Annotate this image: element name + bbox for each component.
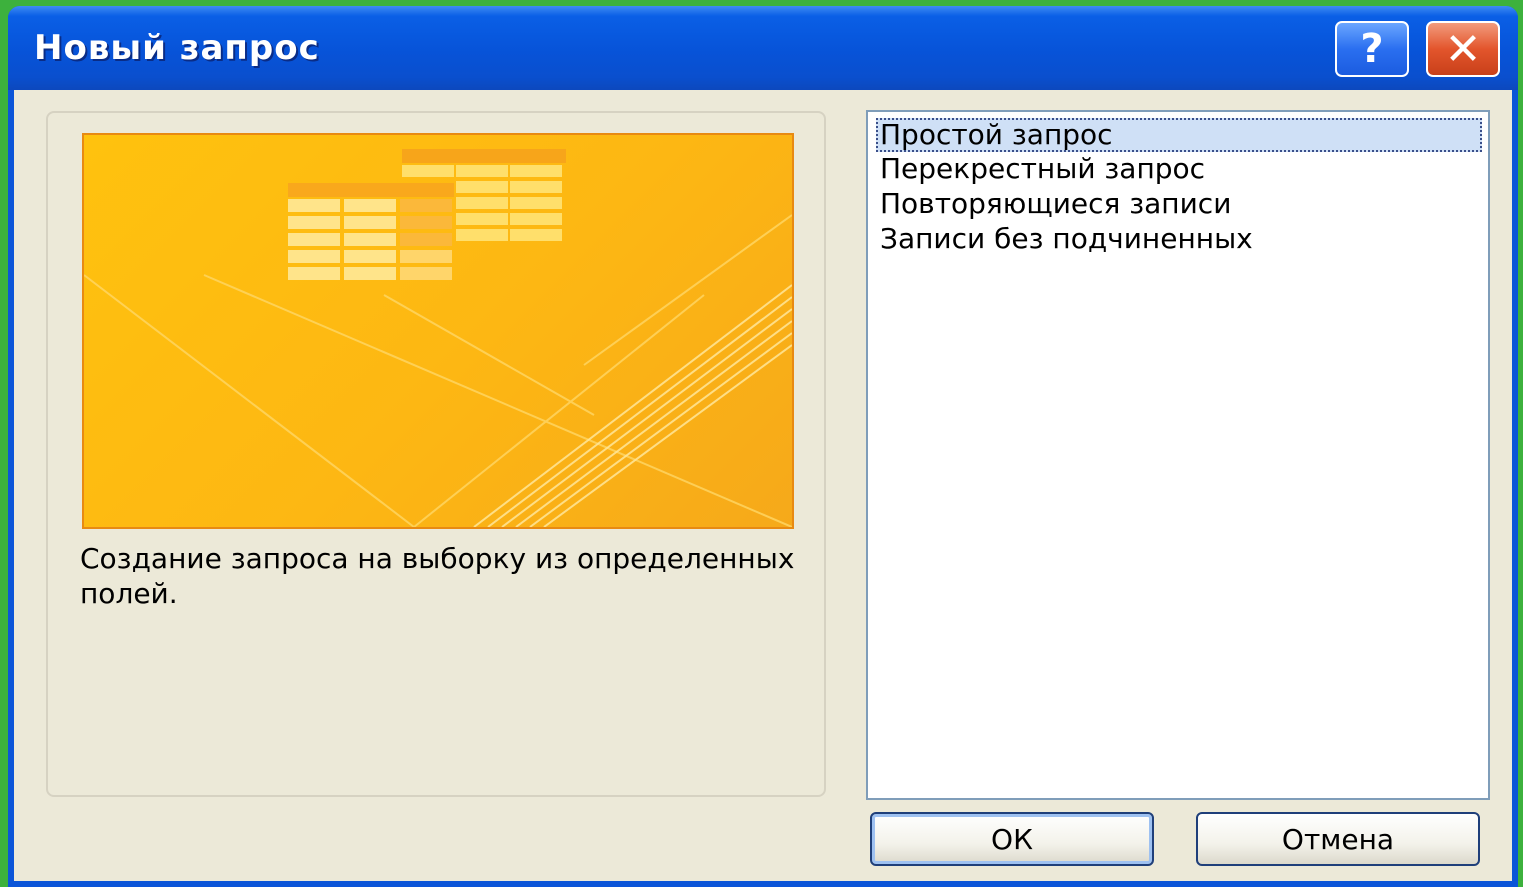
dialog-title: Новый запрос xyxy=(34,28,320,68)
question-mark-icon: ? xyxy=(1360,26,1384,72)
list-item-unmatched-records[interactable]: Записи без подчиненных xyxy=(876,222,1482,256)
preview-panel: Создание запроса на выборку из определен… xyxy=(46,111,826,797)
cancel-button[interactable]: Отмена xyxy=(1196,812,1480,866)
query-preview-image xyxy=(82,133,794,529)
list-item-duplicate-records[interactable]: Повторяющиеся записи xyxy=(876,187,1482,221)
help-button[interactable]: ? xyxy=(1335,21,1409,77)
query-type-list[interactable]: Простой запрос Перекрестный запрос Повто… xyxy=(866,110,1490,800)
query-description: Создание запроса на выборку из определен… xyxy=(80,542,795,610)
ok-button[interactable]: ОК xyxy=(870,812,1154,866)
new-query-dialog: Новый запрос ? ✕ Создание запроса на выб… xyxy=(8,6,1518,887)
list-item-simple-query[interactable]: Простой запрос xyxy=(876,118,1482,152)
list-item-crosstab-query[interactable]: Перекрестный запрос xyxy=(876,152,1482,186)
table-grid-illustration xyxy=(84,149,792,527)
dialog-body: Создание запроса на выборку из определен… xyxy=(14,90,1512,881)
close-button[interactable]: ✕ xyxy=(1426,21,1500,77)
close-icon: ✕ xyxy=(1444,23,1482,75)
title-bar[interactable]: Новый запрос ? ✕ xyxy=(8,6,1518,90)
